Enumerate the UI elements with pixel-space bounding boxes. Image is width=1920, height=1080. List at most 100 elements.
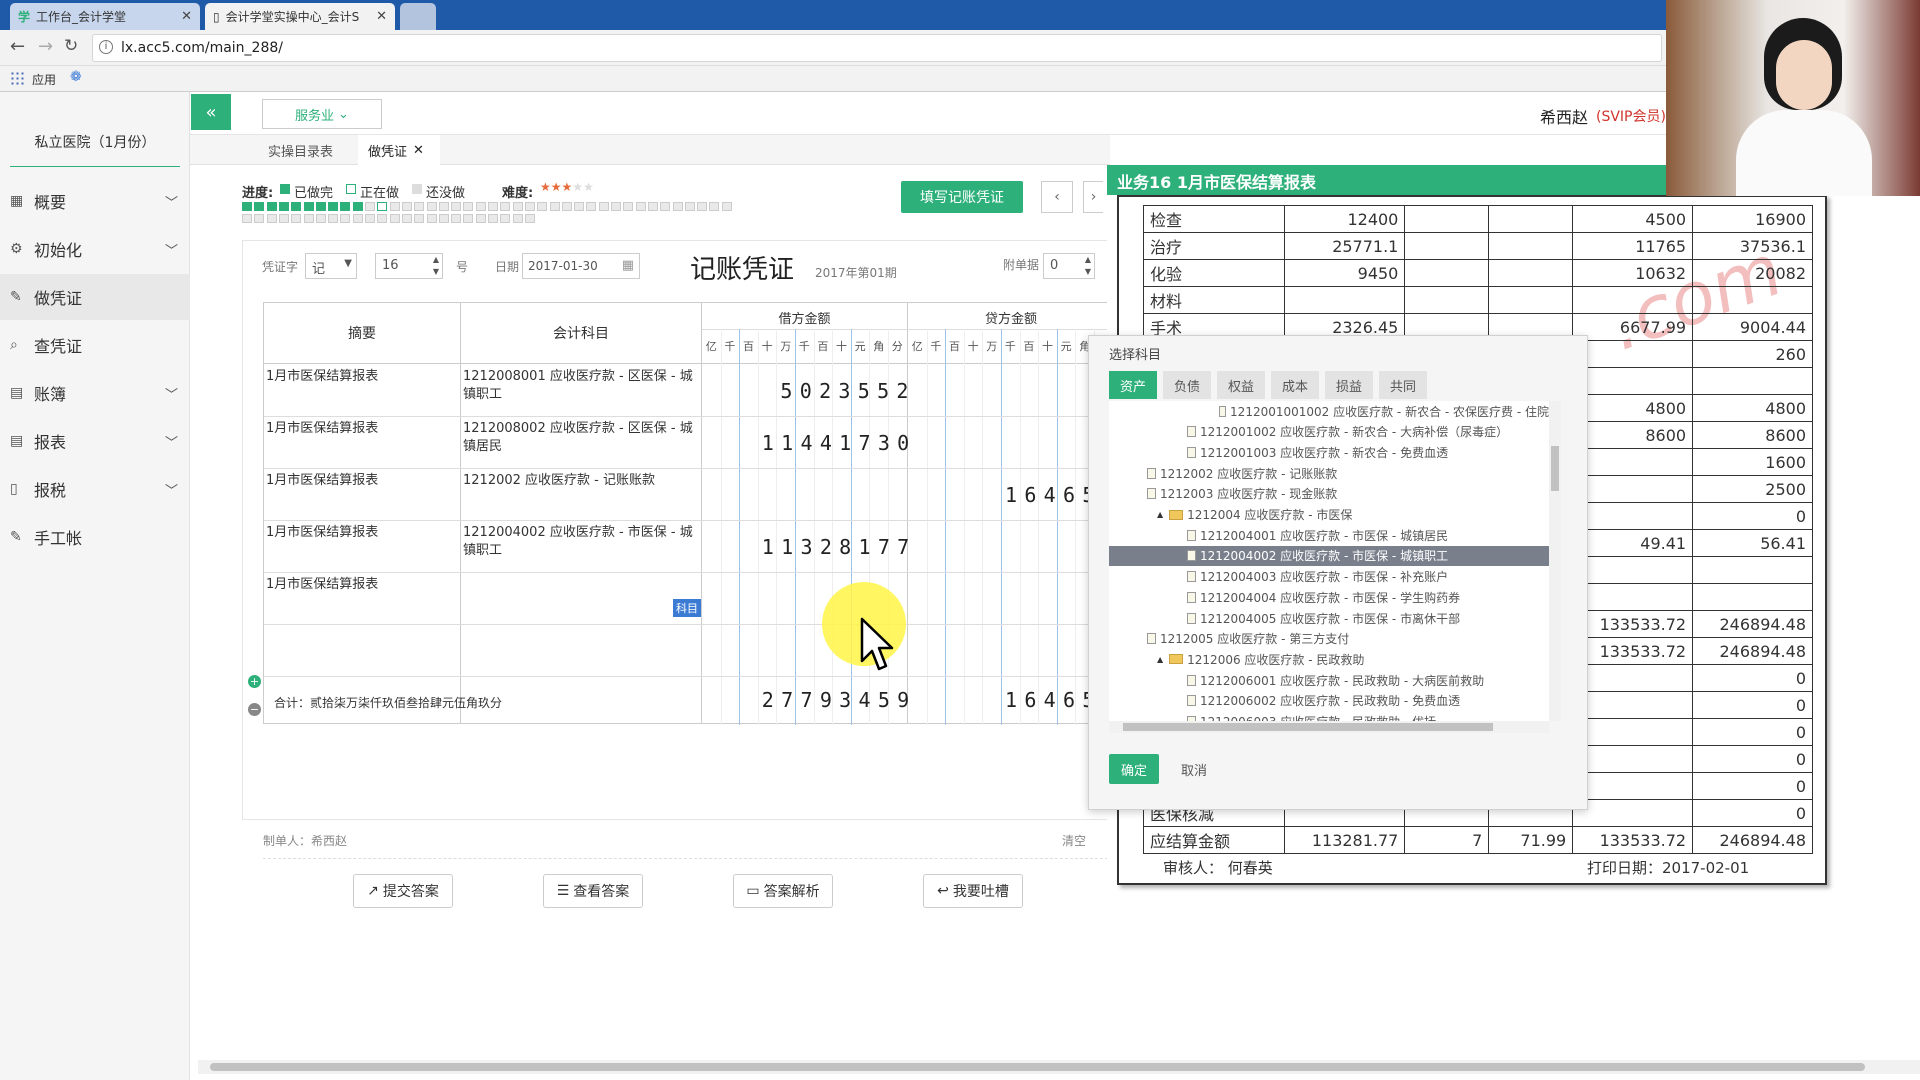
progress-segment[interactable] [475,214,486,223]
progress-segment[interactable] [623,202,634,211]
progress-segment[interactable] [254,202,265,211]
progress-segment[interactable] [389,214,400,223]
tab-liabilities[interactable]: 负债 [1163,371,1211,399]
progress-segment[interactable] [414,202,425,211]
tree-node[interactable]: 1212001003 应收医疗款 - 新农合 - 免费血透 [1109,442,1549,462]
progress-segment[interactable] [709,202,720,211]
progress-segment[interactable] [303,202,314,211]
tab-assets[interactable]: 资产 [1109,371,1157,399]
tab-equity[interactable]: 权益 [1217,371,1265,399]
progress-segment[interactable] [438,214,449,223]
prev-button[interactable]: ‹ [1041,181,1073,213]
progress-segment[interactable] [660,202,671,211]
browser-tab-workbench[interactable]: 学 工作台_会计学堂 ✕ [10,3,200,30]
horizontal-scrollbar[interactable] [198,1060,1920,1074]
tree-node[interactable]: 1212003 应收医疗款 - 现金账款 [1109,484,1549,504]
summary-cell[interactable]: 1月市医保结算报表 [266,472,456,490]
progress-segment[interactable] [524,214,535,223]
sidebar-item-manual[interactable]: ✎ 手工帐 [0,514,190,560]
summary-cell[interactable]: 1月市医保结算报表 [266,420,456,438]
progress-segment[interactable] [488,202,498,211]
progress-segment[interactable] [242,202,252,211]
reload-icon[interactable]: ↻ [64,36,78,56]
account-cell[interactable]: 1212008001 应收医疗款 - 区医保 - 城镇职工 [463,368,698,404]
progress-segment[interactable] [463,202,474,211]
progress-segment[interactable] [635,202,646,211]
progress-segment[interactable] [389,202,400,211]
tree-node[interactable]: 1212005 应收医疗款 - 第三方支付 [1109,629,1549,649]
progress-segment[interactable] [524,202,535,211]
progress-segment[interactable] [377,214,388,223]
progress-segment[interactable] [254,214,265,223]
progress-segment[interactable] [352,214,363,223]
calendar-icon[interactable]: ▦ [622,258,634,273]
confirm-button[interactable]: 确定 [1109,754,1159,784]
progress-segment[interactable] [512,214,523,223]
progress-segment[interactable] [365,202,375,211]
progress-segment[interactable] [266,202,277,211]
progress-segment[interactable] [352,202,363,211]
account-cell[interactable]: 1212004002 应收医疗款 - 市医保 - 城镇职工 [463,524,698,560]
progress-segment[interactable] [426,214,437,223]
industry-dropdown[interactable]: 服务业 ⌄ [262,99,382,129]
progress-segment[interactable] [401,202,412,211]
expand-toggle-icon[interactable]: ▲ [1157,510,1163,519]
tree-node[interactable]: 1212001002 应收医疗款 - 新农合 - 大病补偿（尿毒症） [1109,422,1549,442]
summary-cell[interactable]: 1月市医保结算报表 [266,368,456,386]
progress-segment[interactable] [340,214,351,223]
account-cell[interactable]: 1212002 应收医疗款 - 记账账款 [463,472,698,490]
close-tab-icon[interactable]: ✕ [413,143,424,158]
progress-segment[interactable] [278,214,289,223]
progress-segment[interactable] [315,214,326,223]
tree-vertical-scrollbar[interactable] [1549,401,1561,721]
progress-segment[interactable] [537,202,548,211]
progress-segment[interactable] [574,202,585,211]
user-name[interactable]: 希西赵 [1540,104,1588,128]
tab-common[interactable]: 共同 [1379,371,1427,399]
scrollbar-thumb[interactable] [210,1063,1865,1071]
sidebar-item-make-voucher[interactable]: ✎ 做凭证 [0,274,190,320]
apps-label[interactable]: 应用 [32,71,56,88]
progress-segment[interactable] [500,214,511,223]
cancel-button[interactable]: 取消 [1169,754,1219,784]
progress-segment[interactable] [672,202,683,211]
progress-segment[interactable] [303,214,314,223]
progress-segment[interactable] [340,202,351,211]
subject-picker-tag[interactable]: 科目 [673,599,701,617]
voucher-word-select[interactable]: 记 ▼ [305,253,357,279]
tree-node[interactable]: ▲ 1212006 应收医疗款 - 民政救助 [1109,649,1549,669]
progress-segment[interactable] [451,202,462,211]
tab-profit-loss[interactable]: 损益 [1325,371,1373,399]
scrollbar-thumb[interactable] [1123,723,1493,731]
tree-node[interactable]: 1212006003 应收医疗款 - 民政救助 - 优抚 [1109,712,1549,721]
progress-segment[interactable] [451,214,462,223]
tree-node[interactable]: ▲ 1212004 应收医疗款 - 市医保 [1109,505,1549,525]
progress-segment[interactable] [377,202,388,211]
browser-tab-practice[interactable]: ▯ 会计学堂实操中心_会计S ✕ [205,3,395,30]
url-field[interactable]: i lx.acc5.com/main_288/ [92,34,1662,62]
progress-segment[interactable] [512,202,523,211]
tree-node[interactable]: 1212004001 应收医疗款 - 市医保 - 城镇居民 [1109,525,1549,545]
remove-row-icon[interactable]: − [248,703,261,716]
forward-icon[interactable]: → [38,36,53,57]
fill-voucher-button[interactable]: 填写记账凭证 [901,181,1023,213]
baidu-paw-icon[interactable]: ❁ [70,69,82,85]
progress-segment[interactable] [647,202,658,211]
progress-segment[interactable] [488,214,498,223]
close-tab-icon[interactable]: ✕ [376,9,387,24]
info-icon[interactable]: i [99,40,113,54]
summary-cell[interactable]: 1月市医保结算报表 [266,576,456,594]
progress-segment[interactable] [611,202,621,211]
progress-segment[interactable] [328,214,339,223]
submit-answer-button[interactable]: ↗ 提交答案 [353,874,453,908]
progress-segment[interactable] [684,202,695,211]
progress-segment[interactable] [266,214,277,223]
progress-segment[interactable] [278,202,289,211]
progress-segment[interactable] [721,202,732,211]
progress-segment[interactable] [414,214,425,223]
progress-segment[interactable] [401,214,412,223]
tree-node[interactable]: 1212004005 应收医疗款 - 市医保 - 市离休干部 [1109,608,1549,628]
feedback-button[interactable]: ↩ 我要吐槽 [923,874,1023,908]
sidebar-item-search-voucher[interactable]: ⌕ 查凭证 [0,322,190,368]
tree-node[interactable]: 1212002 应收医疗款 - 记账账款 [1109,463,1549,483]
